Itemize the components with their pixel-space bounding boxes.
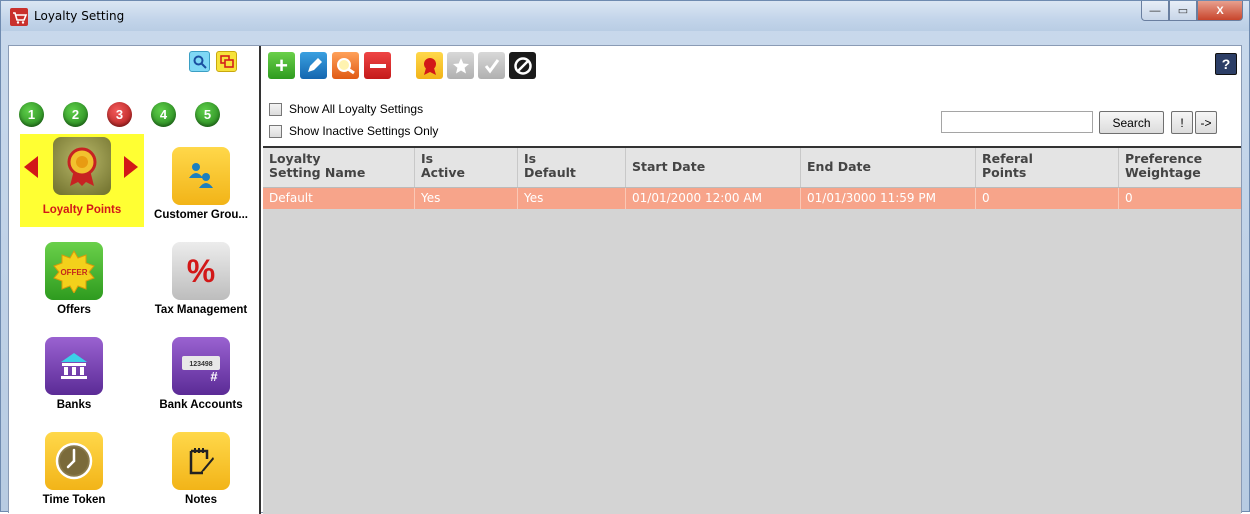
show-inactive-label: Show Inactive Settings Only: [289, 124, 439, 138]
module-loyalty-points[interactable]: Loyalty Points: [20, 134, 144, 227]
show-inactive-filter[interactable]: Show Inactive Settings Only: [269, 124, 438, 138]
search-icon[interactable]: [189, 51, 210, 72]
search-input[interactable]: [941, 111, 1093, 133]
step-5-button[interactable]: 5: [195, 102, 220, 127]
show-inactive-checkbox[interactable]: [269, 124, 282, 138]
module-label: Notes: [185, 494, 217, 506]
search-button[interactable]: Search: [1099, 111, 1164, 134]
account-tile-text: 123498: [189, 361, 212, 368]
block-icon[interactable]: [509, 52, 536, 79]
client-area: 1 2 3 4 5 Loyalty Points Customer Grou..…: [8, 45, 1242, 514]
column-header-default[interactable]: Is Default: [518, 148, 626, 187]
module-offers[interactable]: OFFER Offers: [20, 242, 128, 316]
module-label: Offers: [57, 304, 91, 316]
column-header-name[interactable]: Loyalty Setting Name: [263, 148, 415, 187]
award-icon[interactable]: [416, 52, 443, 79]
windows-icon[interactable]: [216, 51, 237, 72]
offer-icon: OFFER: [45, 242, 103, 300]
module-label: Banks: [56, 399, 92, 411]
minimize-button[interactable]: —: [1141, 1, 1169, 21]
module-label: Bank Accounts: [159, 399, 243, 411]
main-panel: + ? Show All Loyalty Settings Show Inact…: [263, 46, 1241, 514]
notes-icon: [172, 432, 230, 490]
approve-icon[interactable]: [478, 52, 505, 79]
show-all-label: Show All Loyalty Settings: [289, 102, 424, 116]
cell-default: Yes: [518, 188, 626, 209]
offer-tile-text: OFFER: [60, 268, 87, 277]
next-button[interactable]: ->: [1195, 111, 1217, 134]
cell-referal-points: 0: [976, 188, 1119, 209]
customers-icon: [172, 147, 230, 205]
edit-icon[interactable]: [300, 52, 327, 79]
step-2-button[interactable]: 2: [63, 102, 88, 127]
clock-icon: [45, 432, 103, 490]
arrow-right-icon[interactable]: [124, 156, 138, 178]
loyalty-setting-window: Loyalty Setting — ▭ X 1 2 3 4 5 Loyalty …: [0, 0, 1250, 514]
bank-icon: [45, 337, 103, 395]
column-header-weightage[interactable]: Preference Weightage: [1119, 148, 1241, 187]
window-title: Loyalty Setting: [34, 9, 125, 23]
add-icon[interactable]: +: [268, 52, 295, 79]
module-notes[interactable]: Notes: [147, 432, 255, 506]
module-tax-management[interactable]: % Tax Management: [147, 242, 255, 316]
close-button[interactable]: X: [1197, 1, 1243, 21]
delete-icon[interactable]: [364, 52, 391, 79]
table-row[interactable]: Default Yes Yes 01/01/2000 12:00 AM 01/0…: [263, 188, 1241, 209]
step-1-button[interactable]: 1: [19, 102, 44, 127]
module-label: Time Token: [42, 494, 106, 506]
module-label: Loyalty Points: [42, 204, 122, 216]
column-header-start-date[interactable]: Start Date: [626, 148, 801, 187]
cart-icon: [10, 8, 28, 26]
module-panel: 1 2 3 4 5 Loyalty Points Customer Grou..…: [9, 46, 261, 514]
help-button[interactable]: ?: [1215, 53, 1237, 75]
star-icon[interactable]: [447, 52, 474, 79]
column-header-referal-points[interactable]: Referal Points: [976, 148, 1119, 187]
hash-mark: #: [210, 369, 218, 384]
cell-name: Default: [263, 188, 415, 209]
show-all-checkbox[interactable]: [269, 102, 282, 116]
maximize-button[interactable]: ▭: [1169, 1, 1197, 21]
module-label: Tax Management: [154, 304, 248, 316]
step-3-button[interactable]: 3: [107, 102, 132, 127]
module-banks[interactable]: Banks: [20, 337, 128, 411]
ribbon-icon: [53, 137, 111, 195]
bank-account-icon: 123498 #: [172, 337, 230, 395]
loyalty-settings-grid: Loyalty Setting Name Is Active Is Default S…: [263, 146, 1241, 514]
show-all-filter[interactable]: Show All Loyalty Settings: [269, 102, 423, 116]
cell-end-date: 01/01/3000 11:59 PM: [801, 188, 976, 209]
grid-header: Loyalty Setting Name Is Active Is Default S…: [263, 148, 1241, 188]
cell-active: Yes: [415, 188, 518, 209]
arrow-left-icon[interactable]: [24, 156, 38, 178]
module-time-token[interactable]: Time Token: [20, 432, 128, 506]
title-bar[interactable]: Loyalty Setting — ▭ X: [1, 1, 1249, 31]
view-icon[interactable]: [332, 52, 359, 79]
module-bank-accounts[interactable]: 123498 # Bank Accounts: [147, 337, 255, 411]
column-header-active[interactable]: Is Active: [415, 148, 518, 187]
module-customer-groups[interactable]: Customer Grou...: [147, 147, 255, 221]
percent-icon: %: [172, 242, 230, 300]
cell-start-date: 01/01/2000 12:00 AM: [626, 188, 801, 209]
cell-weightage: 0: [1125, 191, 1133, 205]
exclaim-button[interactable]: !: [1171, 111, 1193, 134]
module-label: Customer Grou...: [154, 209, 248, 221]
step-4-button[interactable]: 4: [151, 102, 176, 127]
column-header-end-date[interactable]: End Date: [801, 148, 976, 187]
